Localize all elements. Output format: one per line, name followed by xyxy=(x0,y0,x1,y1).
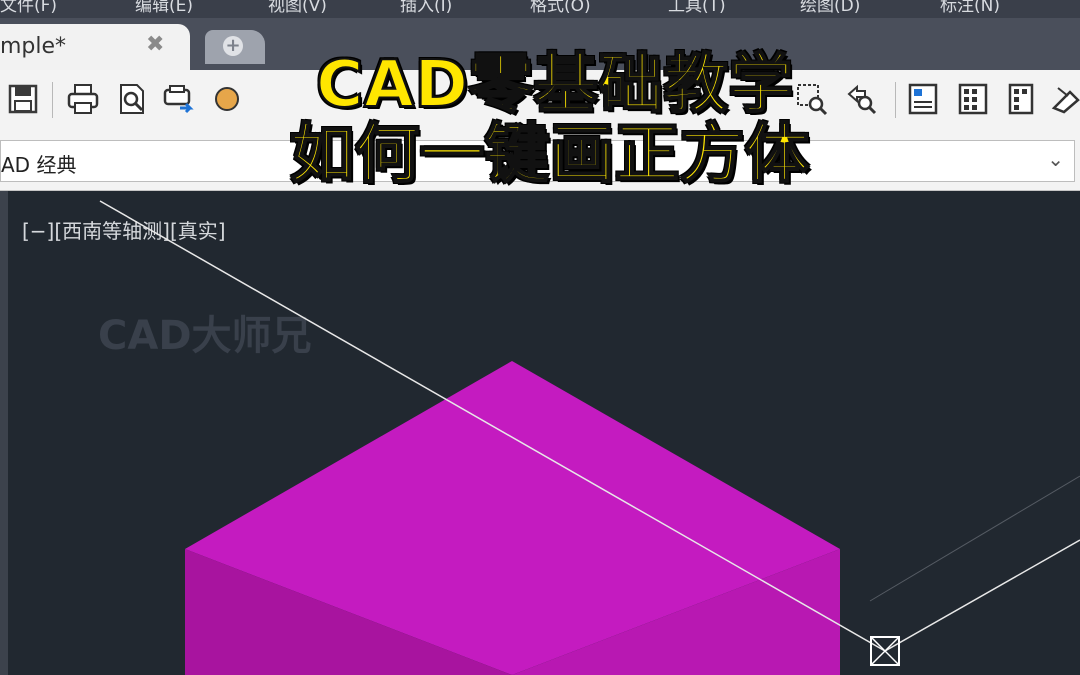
new-tab-button[interactable]: + xyxy=(205,30,265,64)
zoom-window-icon[interactable] xyxy=(795,82,829,116)
tool-palettes-icon[interactable] xyxy=(1004,82,1038,116)
toolbar-separator xyxy=(52,82,53,118)
document-tab[interactable]: mple* ✖ xyxy=(0,24,190,70)
close-tab-icon[interactable]: ✖ xyxy=(146,32,164,57)
match-properties-icon[interactable] xyxy=(1050,82,1080,116)
workspace-value: AD 经典 xyxy=(1,153,77,177)
chevron-down-icon[interactable]: ⌄ xyxy=(1047,147,1064,171)
menu-tools[interactable]: 工具(T) xyxy=(668,0,726,16)
properties-icon[interactable] xyxy=(906,82,940,116)
menu-draw[interactable]: 绘图(D) xyxy=(800,0,860,16)
model-space-scene xyxy=(99,200,1080,675)
plus-icon: + xyxy=(223,36,243,56)
workspace-bar: AD 经典 ⌄ xyxy=(0,132,1080,191)
menu-insert[interactable]: 插入(I) xyxy=(400,0,452,16)
print-icon[interactable] xyxy=(66,82,100,116)
menu-view[interactable]: 视图(V) xyxy=(268,0,327,16)
cube-solid[interactable] xyxy=(185,361,840,675)
menu-format[interactable]: 格式(O) xyxy=(530,0,591,16)
plot-icon[interactable] xyxy=(162,82,196,116)
print-preview-icon[interactable] xyxy=(115,82,149,116)
menu-dimension[interactable]: 标注(N) xyxy=(940,0,1000,16)
menu-edit[interactable]: 编辑(E) xyxy=(135,0,193,16)
document-tab-bar: mple* ✖ + xyxy=(0,18,1080,70)
toolbar-separator xyxy=(895,82,896,118)
publish-icon[interactable] xyxy=(210,82,244,116)
save-icon[interactable] xyxy=(6,82,40,116)
menu-file[interactable]: 文件(F) xyxy=(0,0,57,16)
menu-bar: 文件(F) 编辑(E) 视图(V) 插入(I) 格式(O) 工具(T) 绘图(D… xyxy=(0,0,1080,18)
zoom-previous-icon[interactable] xyxy=(845,82,879,116)
workspace-dropdown[interactable]: AD 经典 ⌄ xyxy=(0,140,1075,182)
document-tab-label: mple* xyxy=(0,34,67,59)
standard-toolbar xyxy=(0,70,1080,133)
design-center-icon[interactable] xyxy=(956,82,990,116)
